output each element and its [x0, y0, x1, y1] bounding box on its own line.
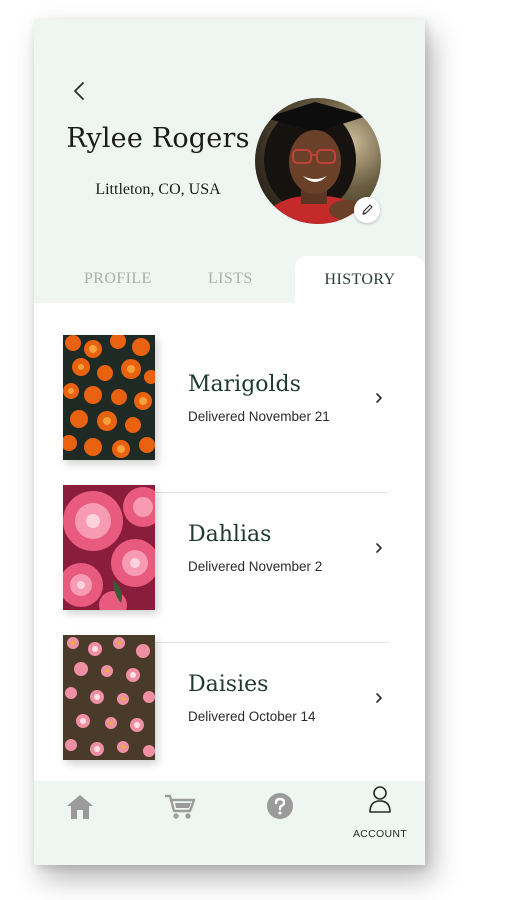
cart-icon	[165, 794, 196, 819]
nav-help[interactable]	[240, 781, 320, 865]
profile-location: Littleton, CO, USA	[95, 181, 221, 198]
item-title: Marigolds	[188, 372, 301, 397]
item-delivered: Delivered November 21	[188, 409, 330, 424]
nav-account[interactable]: ACCOUNT	[340, 781, 420, 865]
chevron-left-icon	[74, 82, 84, 100]
item-title: Daisies	[188, 672, 269, 697]
home-icon	[67, 795, 93, 819]
bottom-nav: ACCOUNT	[34, 781, 425, 865]
list-item-dahlias[interactable]: Dahlias Delivered November 2	[34, 485, 425, 625]
back-button[interactable]	[70, 79, 92, 103]
nav-cart[interactable]	[140, 781, 220, 865]
chevron-right-icon	[376, 543, 382, 553]
dahlia-thumbnail	[63, 485, 155, 610]
chevron-right-icon	[376, 393, 382, 403]
phone-screen: Rylee Rogers Littleton, CO, USA PROFILE …	[34, 19, 425, 865]
profile-name: Rylee Rogers	[66, 123, 250, 154]
item-delivered: Delivered November 2	[188, 559, 323, 574]
marigold-thumbnail	[63, 335, 155, 460]
pencil-icon	[362, 204, 373, 215]
nav-home[interactable]	[40, 781, 120, 865]
item-delivered: Delivered October 14	[188, 709, 316, 724]
history-list: Marigolds Delivered November 21 Dahlias …	[34, 303, 425, 781]
list-item-daisies[interactable]: Daisies Delivered October 14	[34, 635, 425, 775]
chevron-right-icon	[376, 693, 382, 703]
nav-account-label: ACCOUNT	[352, 828, 407, 840]
tab-history[interactable]: HISTORY	[295, 256, 425, 303]
question-icon	[267, 793, 293, 819]
account-icon	[369, 786, 391, 813]
tab-lists[interactable]: LISTS	[208, 270, 253, 288]
edit-avatar-button[interactable]	[354, 197, 380, 223]
list-item-marigolds[interactable]: Marigolds Delivered November 21	[34, 335, 425, 475]
daisy-thumbnail	[63, 635, 155, 760]
item-title: Dahlias	[188, 522, 272, 547]
tab-profile[interactable]: PROFILE	[84, 270, 152, 288]
